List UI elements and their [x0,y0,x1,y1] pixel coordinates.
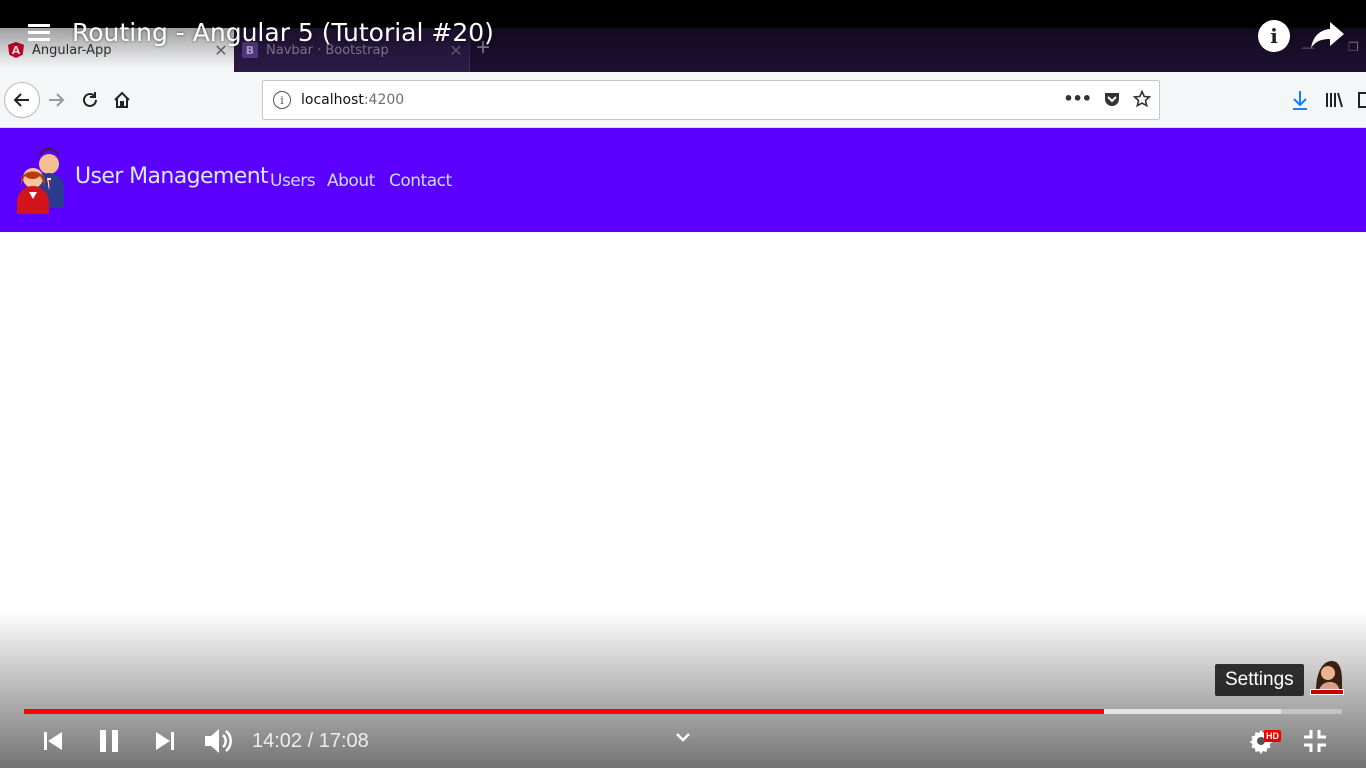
back-button[interactable] [4,82,40,118]
chevron-down-icon[interactable] [674,728,692,746]
next-button[interactable] [150,725,182,757]
brand-title[interactable]: User Management [75,164,269,189]
pause-button[interactable] [92,725,126,757]
duration: 17:08 [318,730,369,752]
arrow-right-icon [49,93,65,107]
exit-fullscreen-icon [1304,730,1326,752]
progress-bar[interactable] [24,709,1342,714]
more-icon[interactable]: ••• [1063,89,1092,108]
settings-tooltip: Settings [1215,664,1304,696]
library-button[interactable] [1318,84,1350,116]
app-navbar: User Management Users About Contact [0,128,1366,232]
forward-button[interactable] [40,84,72,116]
info-icon[interactable]: i [273,91,291,109]
download-icon [1293,91,1307,110]
sidebar-icon [1358,92,1366,108]
home-icon [114,91,130,108]
hd-badge: HD [1264,730,1281,742]
arrow-left-icon [13,93,29,107]
volume-button[interactable] [200,725,236,757]
time-display: 14:02 / 17:08 [252,730,369,752]
home-button[interactable] [106,84,138,116]
progress-played [24,709,1105,714]
downloads-button[interactable] [1284,84,1316,116]
menu-icon[interactable] [28,24,50,44]
channel-watermark[interactable] [1308,655,1346,697]
video-player-frame: A Angular-App ✕ B Navbar · Bootstrap ✕ +… [0,0,1366,768]
angular-favicon-icon: A [8,42,24,58]
url-host: localhost [301,92,364,108]
library-icon [1326,92,1343,108]
bookmark-star-icon[interactable] [1133,89,1151,108]
skip-next-icon [156,732,174,750]
sidebar-button[interactable] [1348,84,1366,116]
browser-toolbar: i localhost:4200 ••• [0,72,1366,128]
address-bar[interactable]: i localhost:4200 ••• [262,80,1160,120]
skip-previous-icon [44,732,62,750]
url-actions: ••• [1063,89,1151,108]
url-port: :4200 [363,92,405,108]
video-title[interactable]: Routing - Angular 5 (Tutorial #20) [72,18,494,47]
current-time: 14:02 [252,730,303,752]
users-logo-icon[interactable] [14,148,68,214]
volume-icon [205,729,232,753]
nav-link-about[interactable]: About [327,171,375,191]
previous-button[interactable] [36,725,68,757]
restore-icon[interactable]: ❐ [1348,40,1359,54]
exit-fullscreen-button[interactable] [1298,725,1332,757]
share-icon[interactable] [1310,20,1346,50]
reload-button[interactable] [74,84,106,116]
nav-link-users[interactable]: Users [270,171,316,191]
reload-icon [83,92,97,107]
nav-link-contact[interactable]: Contact [389,171,452,191]
info-icon[interactable]: i [1258,20,1290,52]
pocket-icon[interactable] [1103,90,1121,108]
pause-icon [100,730,118,752]
